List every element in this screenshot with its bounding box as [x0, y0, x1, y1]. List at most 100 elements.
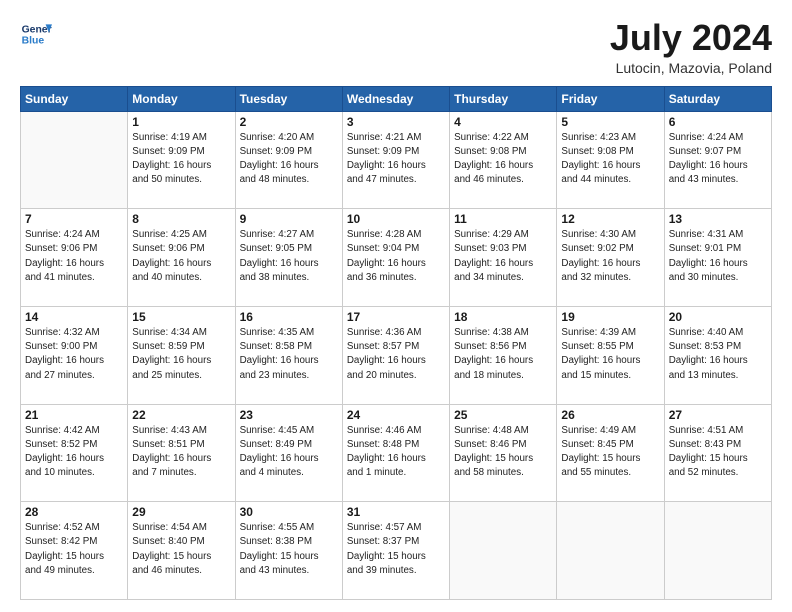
day-info: Sunrise: 4:52 AM Sunset: 8:42 PM Dayligh… — [25, 521, 123, 578]
day-number: 11 — [454, 212, 552, 226]
table-row: 31 Sunrise: 4:57 AM Sunset: 8:37 PM Dayli… — [342, 502, 449, 600]
table-row — [21, 111, 128, 209]
day-info: Sunrise: 4:32 AM Sunset: 9:00 PM Dayligh… — [25, 326, 123, 383]
day-number: 19 — [561, 310, 659, 324]
day-number: 3 — [347, 115, 445, 129]
day-number: 16 — [240, 310, 338, 324]
day-info: Sunrise: 4:28 AM Sunset: 9:04 PM Dayligh… — [347, 228, 445, 285]
day-number: 1 — [132, 115, 230, 129]
day-info: Sunrise: 4:54 AM Sunset: 8:40 PM Dayligh… — [132, 521, 230, 578]
day-number: 20 — [669, 310, 767, 324]
day-info: Sunrise: 4:48 AM Sunset: 8:46 PM Dayligh… — [454, 424, 552, 481]
location: Lutocin, Mazovia, Poland — [610, 60, 772, 76]
col-wednesday: Wednesday — [342, 86, 449, 111]
day-info: Sunrise: 4:22 AM Sunset: 9:08 PM Dayligh… — [454, 131, 552, 188]
table-row — [557, 502, 664, 600]
day-number: 9 — [240, 212, 338, 226]
table-row: 9 Sunrise: 4:27 AM Sunset: 9:05 PM Daylig… — [235, 209, 342, 307]
day-info: Sunrise: 4:43 AM Sunset: 8:51 PM Dayligh… — [132, 424, 230, 481]
logo-icon: General Blue — [20, 18, 52, 50]
month-title: July 2024 — [610, 18, 772, 58]
day-info: Sunrise: 4:23 AM Sunset: 9:08 PM Dayligh… — [561, 131, 659, 188]
table-row: 19 Sunrise: 4:39 AM Sunset: 8:55 PM Dayli… — [557, 306, 664, 404]
table-row: 12 Sunrise: 4:30 AM Sunset: 9:02 PM Dayli… — [557, 209, 664, 307]
day-info: Sunrise: 4:27 AM Sunset: 9:05 PM Dayligh… — [240, 228, 338, 285]
day-number: 21 — [25, 408, 123, 422]
table-row: 7Sunrise: 4:24 AM Sunset: 9:06 PM Daylig… — [21, 209, 128, 307]
table-row: 29 Sunrise: 4:54 AM Sunset: 8:40 PM Dayli… — [128, 502, 235, 600]
table-row: 24Sunrise: 4:46 AM Sunset: 8:48 PM Dayli… — [342, 404, 449, 502]
day-number: 13 — [669, 212, 767, 226]
table-row: 10Sunrise: 4:28 AM Sunset: 9:04 PM Dayli… — [342, 209, 449, 307]
table-row: 14 Sunrise: 4:32 AM Sunset: 9:00 PM Dayli… — [21, 306, 128, 404]
table-row: 4 Sunrise: 4:22 AM Sunset: 9:08 PM Daylig… — [450, 111, 557, 209]
calendar-week-1: 1 Sunrise: 4:19 AM Sunset: 9:09 PM Daylig… — [21, 111, 772, 209]
calendar-week-4: 21 Sunrise: 4:42 AM Sunset: 8:52 PM Dayli… — [21, 404, 772, 502]
day-number: 17 — [347, 310, 445, 324]
day-info: Sunrise: 4:51 AM Sunset: 8:43 PM Dayligh… — [669, 424, 767, 481]
day-info: Sunrise: 4:30 AM Sunset: 9:02 PM Dayligh… — [561, 228, 659, 285]
day-info: Sunrise: 4:35 AM Sunset: 8:58 PM Dayligh… — [240, 326, 338, 383]
day-info: Sunrise: 4:20 AM Sunset: 9:09 PM Dayligh… — [240, 131, 338, 188]
day-number: 30 — [240, 505, 338, 519]
table-row: 16 Sunrise: 4:35 AM Sunset: 8:58 PM Dayli… — [235, 306, 342, 404]
col-saturday: Saturday — [664, 86, 771, 111]
day-number: 6 — [669, 115, 767, 129]
day-info: Sunrise: 4:42 AM Sunset: 8:52 PM Dayligh… — [25, 424, 123, 481]
calendar-week-3: 14 Sunrise: 4:32 AM Sunset: 9:00 PM Dayli… — [21, 306, 772, 404]
day-number: 15 — [132, 310, 230, 324]
table-row: 26 Sunrise: 4:49 AM Sunset: 8:45 PM Dayli… — [557, 404, 664, 502]
day-number: 8 — [132, 212, 230, 226]
day-info: Sunrise: 4:57 AM Sunset: 8:37 PM Dayligh… — [347, 521, 445, 578]
title-block: July 2024 Lutocin, Mazovia, Poland — [610, 18, 772, 76]
calendar-table: Sunday Monday Tuesday Wednesday Thursday… — [20, 86, 772, 600]
table-row: 15Sunrise: 4:34 AM Sunset: 8:59 PM Dayli… — [128, 306, 235, 404]
day-number: 5 — [561, 115, 659, 129]
day-info: Sunrise: 4:25 AM Sunset: 9:06 PM Dayligh… — [132, 228, 230, 285]
table-row: 27 Sunrise: 4:51 AM Sunset: 8:43 PM Dayli… — [664, 404, 771, 502]
day-info: Sunrise: 4:45 AM Sunset: 8:49 PM Dayligh… — [240, 424, 338, 481]
day-info: Sunrise: 4:55 AM Sunset: 8:38 PM Dayligh… — [240, 521, 338, 578]
day-number: 28 — [25, 505, 123, 519]
day-info: Sunrise: 4:36 AM Sunset: 8:57 PM Dayligh… — [347, 326, 445, 383]
header: General Blue July 2024 Lutocin, Mazovia,… — [20, 18, 772, 76]
day-number: 18 — [454, 310, 552, 324]
table-row: 3 Sunrise: 4:21 AM Sunset: 9:09 PM Daylig… — [342, 111, 449, 209]
day-number: 23 — [240, 408, 338, 422]
table-row: 8 Sunrise: 4:25 AM Sunset: 9:06 PM Daylig… — [128, 209, 235, 307]
table-row: 5 Sunrise: 4:23 AM Sunset: 9:08 PM Daylig… — [557, 111, 664, 209]
day-info: Sunrise: 4:39 AM Sunset: 8:55 PM Dayligh… — [561, 326, 659, 383]
day-info: Sunrise: 4:24 AM Sunset: 9:06 PM Dayligh… — [25, 228, 123, 285]
day-info: Sunrise: 4:19 AM Sunset: 9:09 PM Dayligh… — [132, 131, 230, 188]
day-number: 4 — [454, 115, 552, 129]
day-number: 24 — [347, 408, 445, 422]
table-row: 13 Sunrise: 4:31 AM Sunset: 9:01 PM Dayli… — [664, 209, 771, 307]
day-number: 2 — [240, 115, 338, 129]
day-number: 12 — [561, 212, 659, 226]
day-number: 31 — [347, 505, 445, 519]
table-row: 30 Sunrise: 4:55 AM Sunset: 8:38 PM Dayli… — [235, 502, 342, 600]
day-info: Sunrise: 4:40 AM Sunset: 8:53 PM Dayligh… — [669, 326, 767, 383]
day-number: 29 — [132, 505, 230, 519]
day-info: Sunrise: 4:49 AM Sunset: 8:45 PM Dayligh… — [561, 424, 659, 481]
day-number: 27 — [669, 408, 767, 422]
day-number: 25 — [454, 408, 552, 422]
day-info: Sunrise: 4:24 AM Sunset: 9:07 PM Dayligh… — [669, 131, 767, 188]
day-info: Sunrise: 4:31 AM Sunset: 9:01 PM Dayligh… — [669, 228, 767, 285]
table-row — [450, 502, 557, 600]
table-row — [664, 502, 771, 600]
table-row: 23 Sunrise: 4:45 AM Sunset: 8:49 PM Dayli… — [235, 404, 342, 502]
day-info: Sunrise: 4:29 AM Sunset: 9:03 PM Dayligh… — [454, 228, 552, 285]
logo: General Blue — [20, 18, 52, 50]
table-row: 17 Sunrise: 4:36 AM Sunset: 8:57 PM Dayli… — [342, 306, 449, 404]
table-row: 28 Sunrise: 4:52 AM Sunset: 8:42 PM Dayli… — [21, 502, 128, 600]
day-number: 14 — [25, 310, 123, 324]
col-thursday: Thursday — [450, 86, 557, 111]
day-info: Sunrise: 4:38 AM Sunset: 8:56 PM Dayligh… — [454, 326, 552, 383]
day-info: Sunrise: 4:21 AM Sunset: 9:09 PM Dayligh… — [347, 131, 445, 188]
table-row: 2 Sunrise: 4:20 AM Sunset: 9:09 PM Daylig… — [235, 111, 342, 209]
day-number: 26 — [561, 408, 659, 422]
table-row: 11 Sunrise: 4:29 AM Sunset: 9:03 PM Dayli… — [450, 209, 557, 307]
col-monday: Monday — [128, 86, 235, 111]
svg-text:Blue: Blue — [22, 36, 45, 47]
